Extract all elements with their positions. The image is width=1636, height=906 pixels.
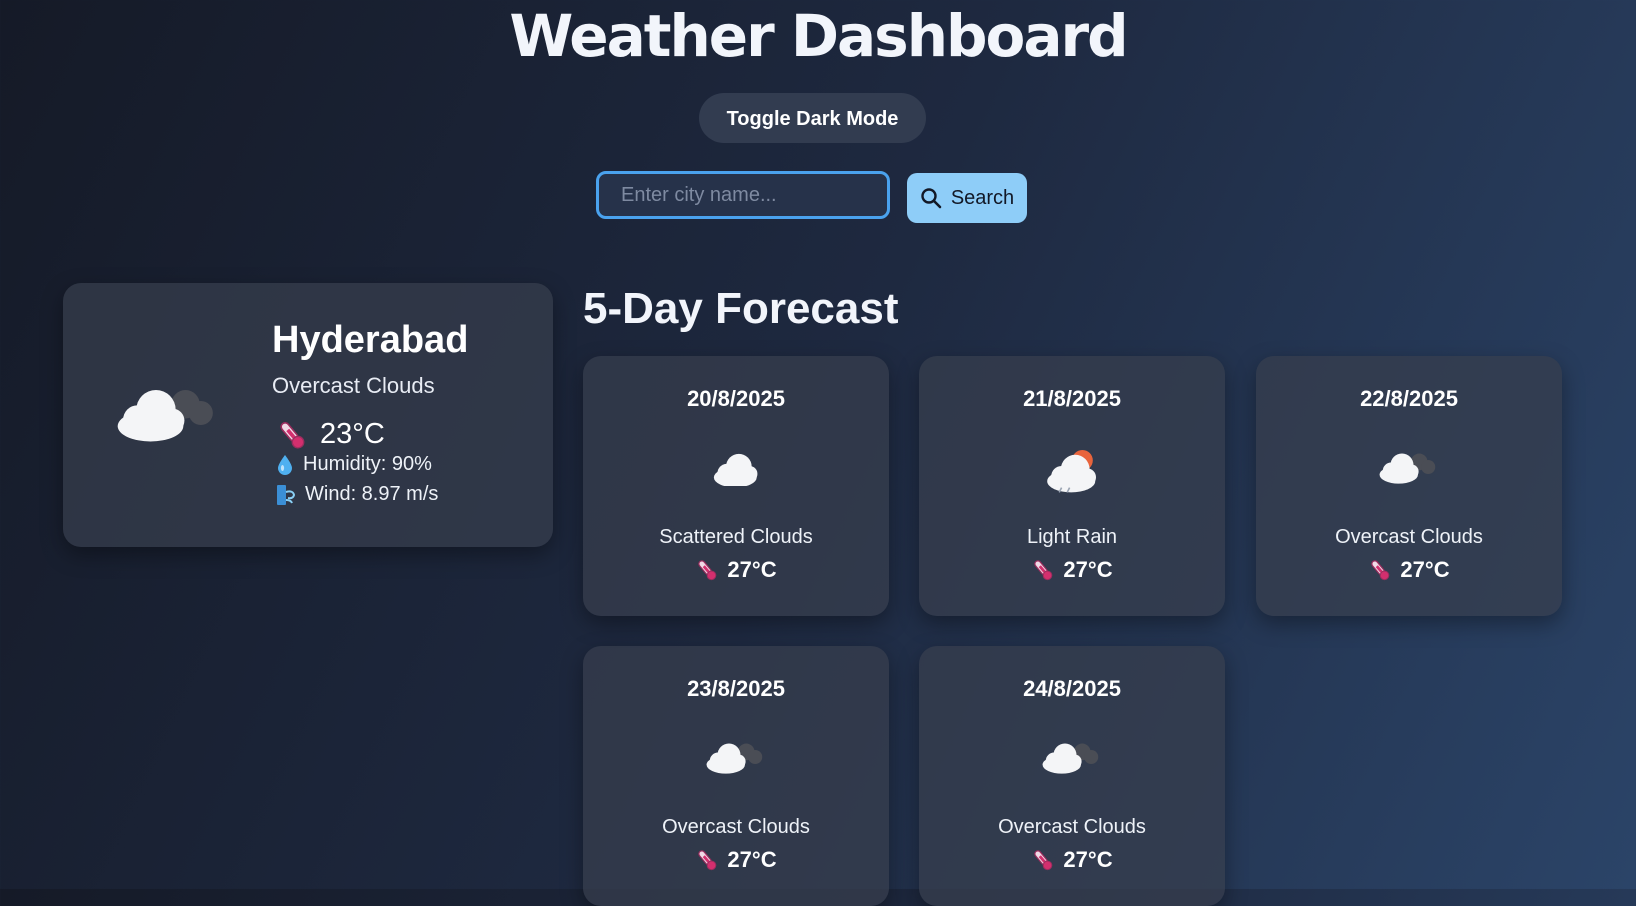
city-search-input[interactable] bbox=[596, 171, 890, 219]
forecast-description: Scattered Clouds bbox=[659, 526, 813, 548]
forecast-card: 24/8/2025 Overcast Clouds 27°C bbox=[919, 646, 1225, 906]
forecast-temperature: 27°C bbox=[919, 557, 1225, 583]
city-name: Hyderabad bbox=[272, 319, 469, 361]
thermometer-icon bbox=[277, 418, 307, 451]
forecast-date: 20/8/2025 bbox=[687, 386, 785, 411]
forecast-temperature-value: 27°C bbox=[727, 557, 777, 582]
thermometer-icon bbox=[1032, 848, 1055, 872]
wind-icon bbox=[277, 484, 296, 505]
forecast-temperature: 27°C bbox=[919, 847, 1225, 873]
droplet-icon bbox=[278, 454, 292, 475]
forecast-card: 22/8/2025 Overcast Clouds 27°C bbox=[1256, 356, 1562, 616]
page-title: Weather Dashboard bbox=[509, 2, 1128, 70]
forecast-date: 23/8/2025 bbox=[687, 676, 785, 701]
forecast-title: 5-Day Forecast bbox=[583, 284, 899, 333]
thermometer-icon bbox=[1032, 558, 1055, 582]
scattered-clouds-icon bbox=[713, 453, 758, 486]
forecast-temperature-value: 27°C bbox=[1400, 557, 1450, 582]
humidity-text: Humidity: 90% bbox=[303, 453, 432, 475]
forecast-temperature-value: 27°C bbox=[727, 847, 777, 872]
current-weather-card: Hyderabad Overcast Clouds 23°C Humidity:… bbox=[63, 283, 553, 547]
forecast-temperature: 27°C bbox=[1256, 557, 1562, 583]
forecast-description: Overcast Clouds bbox=[662, 816, 810, 838]
forecast-temperature-value: 27°C bbox=[1063, 557, 1113, 582]
current-temperature: 23°C bbox=[276, 418, 385, 451]
forecast-date: 21/8/2025 bbox=[1023, 386, 1121, 411]
current-temperature-value: 23°C bbox=[320, 418, 385, 450]
humidity-row: Humidity: 90% bbox=[276, 453, 432, 476]
forecast-date: 22/8/2025 bbox=[1360, 386, 1458, 411]
forecast-description: Overcast Clouds bbox=[998, 816, 1146, 838]
search-button[interactable]: Search bbox=[907, 173, 1027, 223]
current-description: Overcast Clouds bbox=[272, 373, 435, 398]
wind-row: Wind: 8.97 m/s bbox=[276, 483, 438, 506]
thermometer-icon bbox=[696, 848, 719, 872]
forecast-temperature-value: 27°C bbox=[1063, 847, 1113, 872]
thermometer-icon bbox=[1369, 558, 1392, 582]
forecast-card: 21/8/2025 Light Rain 27°C bbox=[919, 356, 1225, 616]
overcast-clouds-icon bbox=[706, 743, 763, 774]
forecast-date: 24/8/2025 bbox=[1023, 676, 1121, 701]
forecast-temperature: 27°C bbox=[583, 557, 889, 583]
forecast-card: 20/8/2025 Scattered Clouds 27°C bbox=[583, 356, 889, 616]
overcast-clouds-icon bbox=[1042, 743, 1099, 774]
wind-text: Wind: 8.97 m/s bbox=[305, 483, 439, 505]
forecast-description: Light Rain bbox=[1026, 526, 1118, 548]
overcast-clouds-icon bbox=[117, 390, 213, 442]
forecast-temperature: 27°C bbox=[583, 847, 889, 873]
search-icon bbox=[921, 188, 942, 209]
forecast-card: 23/8/2025 Overcast Clouds 27°C bbox=[583, 646, 889, 906]
toggle-dark-mode-button[interactable]: Toggle Dark Mode bbox=[699, 93, 926, 143]
search-button-label: Search bbox=[950, 186, 1015, 209]
forecast-description: Overcast Clouds bbox=[1335, 526, 1483, 548]
thermometer-icon bbox=[696, 558, 719, 582]
overcast-clouds-icon bbox=[1379, 453, 1436, 484]
light-rain-icon bbox=[1047, 450, 1096, 493]
